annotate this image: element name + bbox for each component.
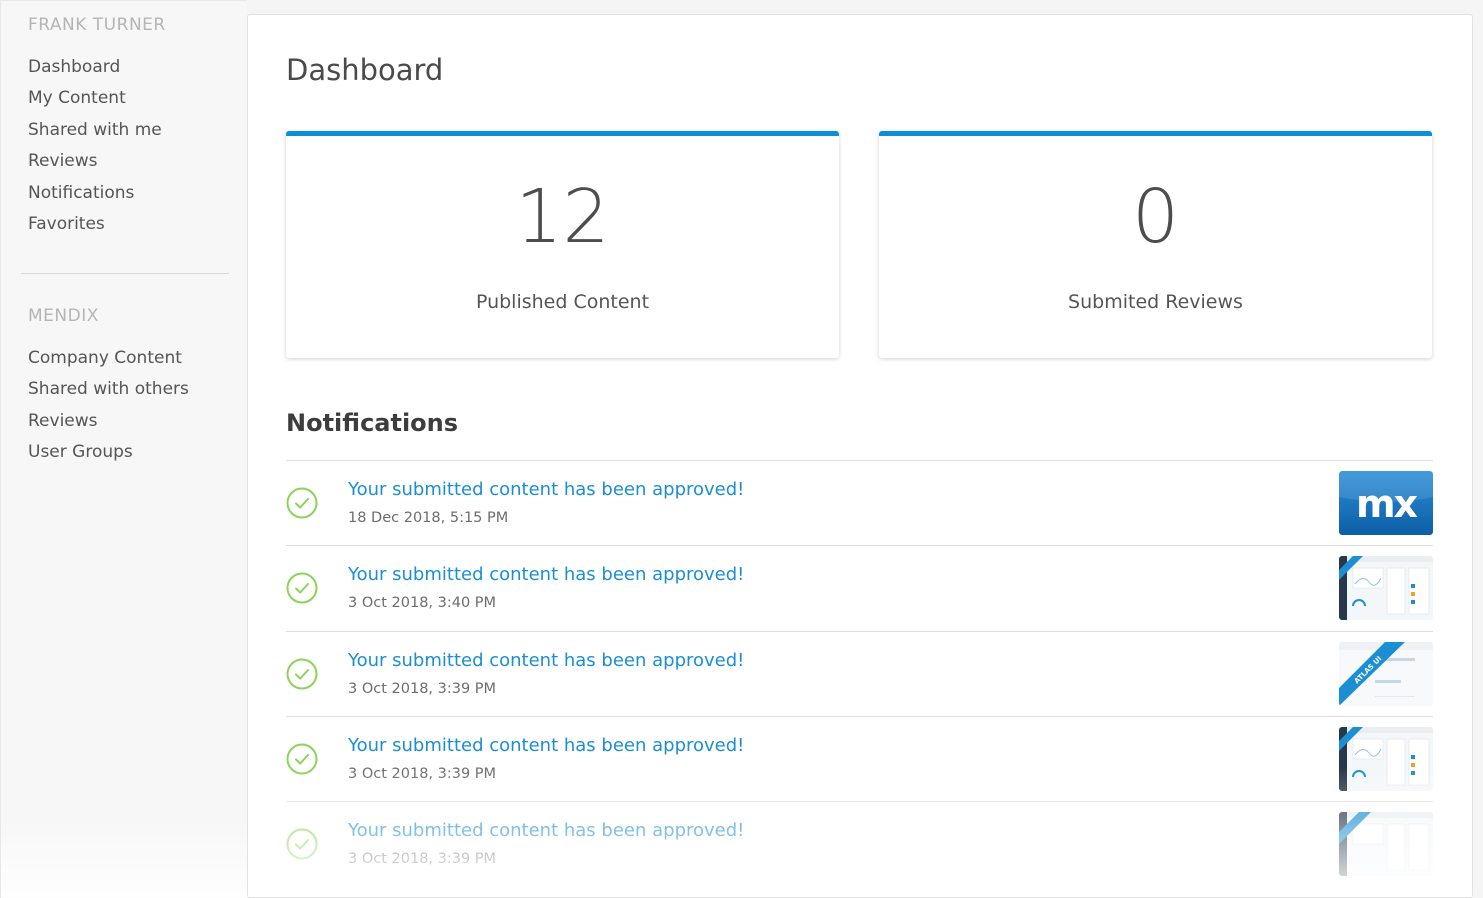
sidebar-item-company-content[interactable]: Company Content — [28, 343, 189, 374]
sidebar-org-heading: MENDIX — [28, 306, 99, 326]
notification-text[interactable]: Your submitted content has been approved… — [348, 735, 744, 756]
notification-row[interactable]: Your submitted content has been approved… — [286, 460, 1433, 545]
sidebar-org-nav: Company Content Shared with others Revie… — [28, 343, 189, 469]
notification-row[interactable]: Your submitted content has been approved… — [286, 715, 1433, 801]
notification-date: 3 Oct 2018, 3:39 PM — [348, 851, 497, 868]
sidebar-item-shared-with-me[interactable]: Shared with me — [28, 115, 162, 146]
sidebar-item-dashboard[interactable]: Dashboard — [28, 52, 162, 83]
check-circle-icon — [286, 487, 318, 519]
notification-text[interactable]: Your submitted content has been approved… — [348, 650, 744, 671]
svg-text:mx: mx — [1356, 482, 1418, 526]
sidebar-item-favorites[interactable]: Favorites — [28, 209, 162, 240]
notification-text[interactable]: Your submitted content has been approved… — [348, 564, 744, 585]
sidebar-item-shared-with-others[interactable]: Shared with others — [28, 374, 189, 405]
stat-value-published: 12 — [515, 174, 610, 260]
notification-date: 18 Dec 2018, 5:15 PM — [348, 510, 509, 526]
notification-row[interactable]: Your submitted content has been approved… — [286, 630, 1433, 716]
page-title: Dashboard — [286, 53, 444, 87]
app-root: FRANK TURNER Dashboard My Content Shared… — [0, 0, 1483, 898]
check-circle-icon — [286, 828, 318, 860]
stat-value-reviews: 0 — [1131, 174, 1180, 260]
notification-row[interactable]: Your submitted content has been approved… — [286, 545, 1433, 630]
main-panel: Dashboard 12 Published Content 0 Submite… — [247, 14, 1473, 898]
sidebar-user-nav: Dashboard My Content Shared with me Revi… — [28, 52, 162, 240]
sidebar-user-heading: FRANK TURNER — [28, 15, 166, 35]
atlas-ui-thumbnail[interactable]: ATLAS UI — [1339, 641, 1433, 706]
sidebar-divider — [21, 273, 229, 274]
mx-logo-thumbnail[interactable]: mx — [1339, 471, 1433, 535]
sidebar-item-user-groups[interactable]: User Groups — [28, 437, 189, 468]
sidebar-item-my-content[interactable]: My Content — [28, 83, 162, 114]
notification-date: 3 Oct 2018, 3:39 PM — [348, 680, 497, 697]
check-circle-icon — [286, 743, 318, 775]
notifications-title: Notifications — [286, 409, 459, 437]
stat-card-reviews[interactable]: 0 Submited Reviews — [879, 131, 1432, 358]
notification-date: 3 Oct 2018, 3:40 PM — [348, 595, 497, 612]
notification-text[interactable]: Your submitted content has been approved… — [348, 820, 744, 841]
stat-label-published: Published Content — [475, 291, 650, 313]
notification-list: Your submitted content has been approved… — [286, 460, 1433, 886]
sidebar-item-notifications[interactable]: Notifications — [28, 178, 162, 209]
sidebar-item-org-reviews[interactable]: Reviews — [28, 406, 189, 437]
check-circle-icon — [286, 658, 318, 690]
stat-card-published[interactable]: 12 Published Content — [286, 131, 839, 358]
notification-date: 3 Oct 2018, 3:39 PM — [348, 765, 497, 782]
atlas-ui-thumbnail[interactable] — [1339, 556, 1433, 621]
notification-text[interactable]: Your submitted content has been approved… — [348, 479, 744, 500]
sidebar-item-reviews[interactable]: Reviews — [28, 146, 162, 177]
sidebar-fade — [1, 818, 247, 898]
check-circle-icon — [286, 572, 318, 604]
stat-label-reviews: Submited Reviews — [1068, 291, 1243, 313]
atlas-ui-thumbnail[interactable] — [1339, 726, 1433, 791]
notification-row[interactable]: Your submitted content has been approved… — [286, 801, 1433, 886]
atlas-ui-thumbnail[interactable] — [1339, 812, 1433, 877]
sidebar: FRANK TURNER Dashboard My Content Shared… — [0, 0, 247, 898]
